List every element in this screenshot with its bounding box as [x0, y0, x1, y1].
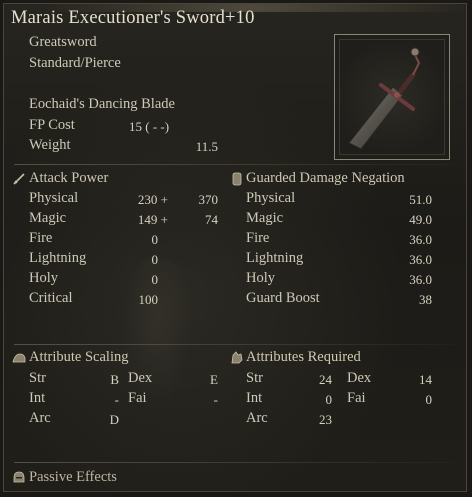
scaling-arm-icon	[12, 353, 26, 363]
requirement-hand-icon	[231, 351, 243, 364]
negation-value-lightning: 36.0	[409, 252, 432, 267]
negation-value-guard-boost: 38	[419, 292, 432, 307]
weapon-type: Greatsword	[29, 34, 97, 50]
shield-icon	[232, 172, 242, 186]
weight-label: Weight	[29, 137, 71, 153]
fp-cost-label: FP Cost	[29, 117, 75, 133]
scaling-label-arc: Arc	[29, 410, 51, 426]
weapon-image-frame	[334, 34, 450, 160]
attack-label-critical: Critical	[29, 290, 73, 306]
fp-cost-value: 15 ( - -)	[129, 119, 170, 134]
required-label-arc: Arc	[246, 410, 268, 426]
attack-base-physical: 230 +	[137, 192, 168, 207]
negation-value-physical: 51.0	[409, 192, 432, 207]
weapon-name: Marais Executioner's Sword+10	[11, 8, 255, 28]
scaling-label-str: Str	[29, 370, 46, 386]
scaling-value-fai: -	[213, 392, 218, 407]
negation-value-fire: 36.0	[409, 232, 432, 247]
attack-base-fire: 0	[151, 232, 159, 247]
negation-label-holy: Holy	[246, 270, 275, 286]
required-label-dex: Dex	[347, 370, 372, 386]
scaling-value-arc: D	[109, 412, 119, 427]
section-divider-bottom	[14, 462, 454, 463]
section-divider-top	[14, 164, 454, 165]
guarded-negation-header: Guarded Damage Negation	[246, 170, 405, 186]
negation-label-fire: Fire	[246, 230, 270, 246]
attack-power-header: Attack Power	[29, 170, 109, 186]
attack-label-physical: Physical	[29, 190, 79, 206]
weapon-info-panel: Marais Executioner's Sword+10 Greatsword…	[3, 3, 467, 492]
passive-helm-icon	[13, 471, 25, 483]
attack-label-lightning: Lightning	[29, 250, 87, 266]
scaling-value-str: B	[110, 372, 119, 387]
weight-value: 11.5	[195, 139, 218, 154]
scaling-value-int: -	[114, 392, 119, 407]
attack-base-lightning: 0	[151, 252, 159, 267]
required-value-str: 24	[319, 372, 332, 387]
attack-label-holy: Holy	[29, 270, 58, 286]
attack-base-holy: 0	[151, 272, 159, 287]
attack-base-critical: 100	[138, 292, 159, 307]
scaling-value-dex: E	[210, 372, 218, 387]
negation-label-lightning: Lightning	[246, 250, 304, 266]
attribute-scaling-header: Attribute Scaling	[29, 349, 129, 365]
negation-label-magic: Magic	[246, 210, 284, 226]
negation-value-holy: 36.0	[409, 272, 432, 287]
scaling-label-fai: Fai	[128, 390, 147, 406]
required-label-fai: Fai	[347, 390, 366, 406]
negation-value-magic: 49.0	[409, 212, 432, 227]
scaling-label-int: Int	[29, 390, 46, 406]
required-value-int: 0	[325, 392, 333, 407]
required-value-arc: 23	[319, 412, 332, 427]
sword-attack-icon	[13, 173, 25, 185]
attributes-required-header: Attributes Required	[246, 349, 361, 365]
attack-bonus-physical: 370	[198, 192, 219, 207]
required-label-str: Str	[246, 370, 263, 386]
attack-bonus-magic: 74	[205, 212, 218, 227]
required-label-int: Int	[246, 390, 263, 406]
required-value-dex: 14	[419, 372, 432, 387]
sword-icon	[348, 47, 421, 150]
negation-label-guard-boost: Guard Boost	[246, 290, 320, 306]
required-value-fai: 0	[425, 392, 433, 407]
scaling-label-dex: Dex	[128, 370, 153, 386]
attack-base-magic: 149 +	[137, 212, 168, 227]
weapon-damage-type: Standard/Pierce	[29, 55, 121, 71]
attack-label-fire: Fire	[29, 230, 53, 246]
passive-effects-header: Passive Effects	[29, 469, 117, 485]
weapon-skill: Eochaid's Dancing Blade	[29, 96, 175, 112]
section-divider-middle	[14, 344, 454, 345]
negation-label-physical: Physical	[246, 190, 296, 206]
attack-label-magic: Magic	[29, 210, 67, 226]
